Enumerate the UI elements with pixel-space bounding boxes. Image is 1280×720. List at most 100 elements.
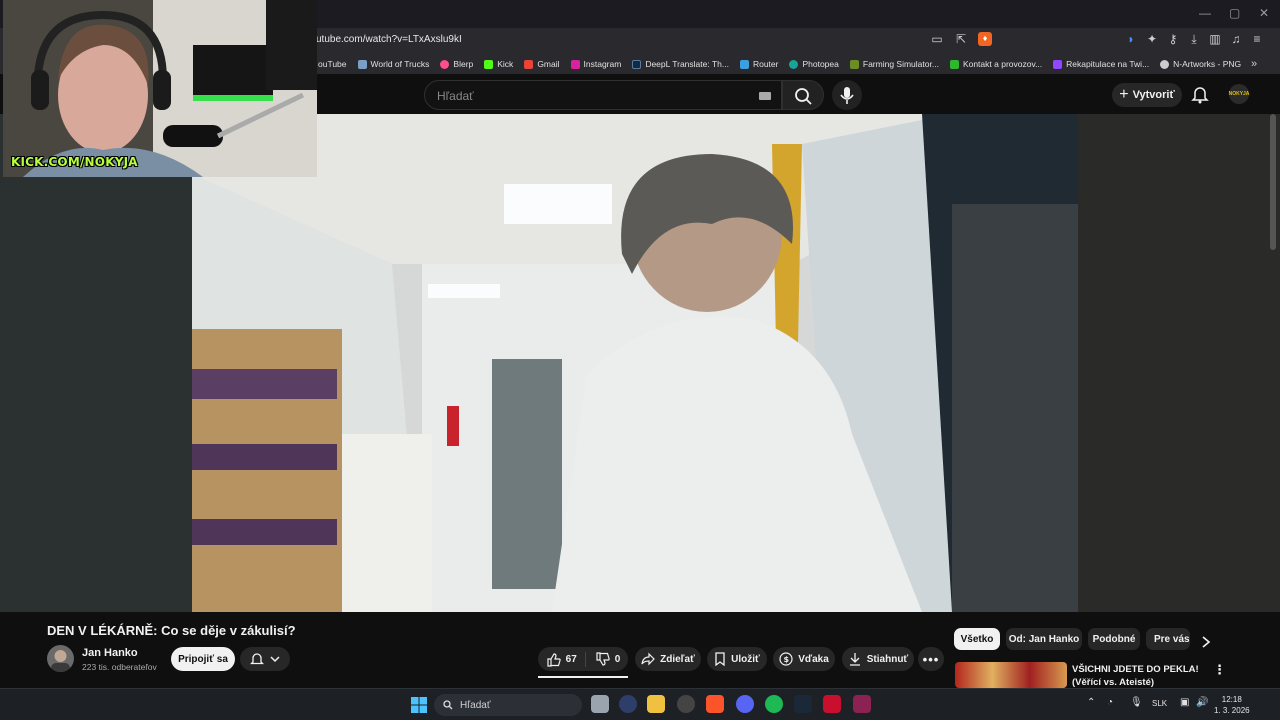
truck-icon <box>357 59 367 69</box>
tray-app-icon[interactable]: ◔ <box>1107 697 1113 708</box>
tray-chevron-up-icon[interactable]: ⌃ <box>1087 697 1095 708</box>
globe-icon <box>1160 59 1170 69</box>
chip-all[interactable]: Všetko <box>954 628 1000 650</box>
minimize-icon[interactable]: — <box>1199 6 1211 20</box>
chip-for-you[interactable]: Pre vás <box>1146 628 1190 650</box>
bookmark-label: DeepL Translate: Th... <box>645 59 729 69</box>
maximize-icon[interactable]: ▢ <box>1229 6 1240 20</box>
brave-shield-icon[interactable]: ♦ <box>978 32 992 46</box>
thanks-button[interactable]: $ Vďaka <box>773 647 835 671</box>
steam-icon[interactable] <box>794 695 812 713</box>
bookmark-item[interactable]: Router <box>739 59 779 69</box>
search-placeholder: Hľadať <box>437 89 474 103</box>
notification-settings-button[interactable] <box>240 647 290 671</box>
bookmark-item[interactable]: Kick <box>484 59 513 69</box>
bookmark-item[interactable]: Farming Simulator... <box>849 59 939 69</box>
voicemeeter-icon[interactable] <box>823 695 841 713</box>
bookmark-item[interactable]: Kontakt a provozov... <box>949 59 1043 69</box>
bookmark-item[interactable]: World of Trucks <box>357 59 429 69</box>
share-icon <box>641 652 655 666</box>
more-horizontal-icon: ••• <box>922 651 940 667</box>
chip-related[interactable]: Podobné <box>1088 628 1140 650</box>
download-button[interactable]: Stiahnuť <box>842 647 914 671</box>
chevron-right-icon[interactable] <box>1200 635 1212 649</box>
app-active-icon[interactable] <box>853 695 871 713</box>
more-actions-button[interactable]: ••• <box>918 647 944 671</box>
channel-avatar-image <box>51 650 70 672</box>
chip-from-channel[interactable]: Od: Jan Hanko <box>1006 628 1082 650</box>
bookmark-item[interactable]: ouTube <box>318 59 347 69</box>
search-button[interactable] <box>782 80 824 110</box>
thanks-label: Vďaka <box>798 653 829 665</box>
password-key-icon[interactable]: ⚷ <box>1166 32 1180 47</box>
save-button[interactable]: Uložiť <box>707 647 767 671</box>
clock[interactable]: 12:18 1. 3. 2026 <box>1214 694 1250 716</box>
vpn-icon[interactable]: ◗ <box>1124 32 1138 47</box>
thumbs-up-icon <box>547 652 561 667</box>
brave-browser-icon[interactable] <box>706 695 724 713</box>
router-icon <box>739 59 749 69</box>
kick-icon <box>484 59 494 69</box>
tray-mic-icon[interactable]: 🎙 <box>1130 697 1143 708</box>
recommended-title[interactable]: VŠICHNI JDETE DO PEKLA! (Věřící vs. Atei… <box>1072 663 1199 689</box>
account-avatar[interactable]: NOKYJA <box>1229 84 1249 104</box>
dislike-button[interactable]: 0 <box>591 651 620 667</box>
instagram-icon <box>570 59 580 69</box>
search-input[interactable]: Hľadať <box>424 80 782 110</box>
plus-icon: + <box>1119 86 1129 103</box>
kebab-menu-icon[interactable]: ⋮ <box>1213 662 1226 678</box>
download-label: Stiahnuť <box>866 653 909 665</box>
channel-avatar[interactable] <box>47 645 74 672</box>
task-view-icon[interactable] <box>591 695 609 713</box>
keyboard-icon[interactable] <box>759 92 771 100</box>
voice-search-button[interactable] <box>832 80 862 110</box>
close-icon[interactable]: ✕ <box>1259 6 1269 20</box>
bookmark-label: Blerp <box>453 59 474 69</box>
bookmark-label: Photopea <box>802 59 839 69</box>
like-ratio-bar <box>538 676 628 678</box>
clock-date: 1. 3. 2026 <box>1214 706 1250 715</box>
bookmark-label: N-Artworks - PNG <box>1173 59 1242 69</box>
bookmark-item[interactable]: Rekapitulace na Twi... <box>1053 59 1149 69</box>
download-icon[interactable]: ⤓ <box>1187 32 1201 47</box>
file-explorer-icon[interactable] <box>647 695 665 713</box>
language-indicator[interactable]: SLK <box>1152 699 1167 708</box>
bookmark-label: Gmail <box>537 59 560 69</box>
extensions-icon[interactable]: ✦ <box>1145 32 1159 47</box>
notifications-bell-icon[interactable] <box>1190 84 1210 104</box>
share-page-icon[interactable]: ⇱ <box>954 32 968 46</box>
app-icon[interactable] <box>619 695 637 713</box>
create-label: Vytvoriť <box>1132 89 1175 101</box>
discord-icon[interactable] <box>736 695 754 713</box>
bookmark-item[interactable]: Photopea <box>789 59 839 69</box>
recommended-thumbnail[interactable] <box>955 662 1067 688</box>
toolbar-icons: ◗ ✦ ⚷ ⤓ ▥ ♫ ≡ <box>1124 32 1264 47</box>
share-button[interactable]: Zdieľať <box>635 647 701 671</box>
bookmark-label: Kontakt a provozov... <box>962 59 1043 69</box>
windows-start-icon[interactable] <box>411 697 427 713</box>
bookmark-item[interactable]: Instagram <box>570 59 621 69</box>
taskbar-search-input[interactable]: Hľadať <box>434 694 582 716</box>
trash-icon[interactable]: ▥ <box>1208 32 1222 47</box>
like-button[interactable]: 67 <box>546 651 586 667</box>
bookmark-item[interactable]: N-Artworks - PNG <box>1160 59 1241 69</box>
channel-name[interactable]: Jan Hanko <box>82 647 138 659</box>
video-player[interactable] <box>192 114 1078 612</box>
bookmark-item[interactable]: Blerp <box>440 59 473 69</box>
page-scrollbar[interactable] <box>1270 114 1276 250</box>
bookmark-item[interactable]: Gmail <box>524 59 560 69</box>
volume-icon[interactable]: 🔊 <box>1196 697 1208 708</box>
spotify-icon[interactable] <box>765 695 783 713</box>
create-button[interactable]: + Vytvoriť <box>1112 83 1182 107</box>
url-text[interactable]: utube.com/watch?v=LTxAxslu9kI <box>316 34 462 45</box>
reader-view-icon[interactable]: ▭ <box>930 32 944 46</box>
more-bookmarks-icon[interactable]: » <box>1251 58 1257 70</box>
super-thanks-icon: $ <box>779 652 793 666</box>
bookmark-label: Router <box>752 59 779 69</box>
playlist-icon[interactable]: ♫ <box>1229 32 1243 47</box>
menu-icon[interactable]: ≡ <box>1250 32 1264 47</box>
obs-icon[interactable] <box>677 695 695 713</box>
network-icon[interactable]: ▣ <box>1180 697 1189 708</box>
join-button[interactable]: Pripojiť sa <box>171 647 235 671</box>
bookmark-item[interactable]: DeepL Translate: Th... <box>632 59 729 69</box>
